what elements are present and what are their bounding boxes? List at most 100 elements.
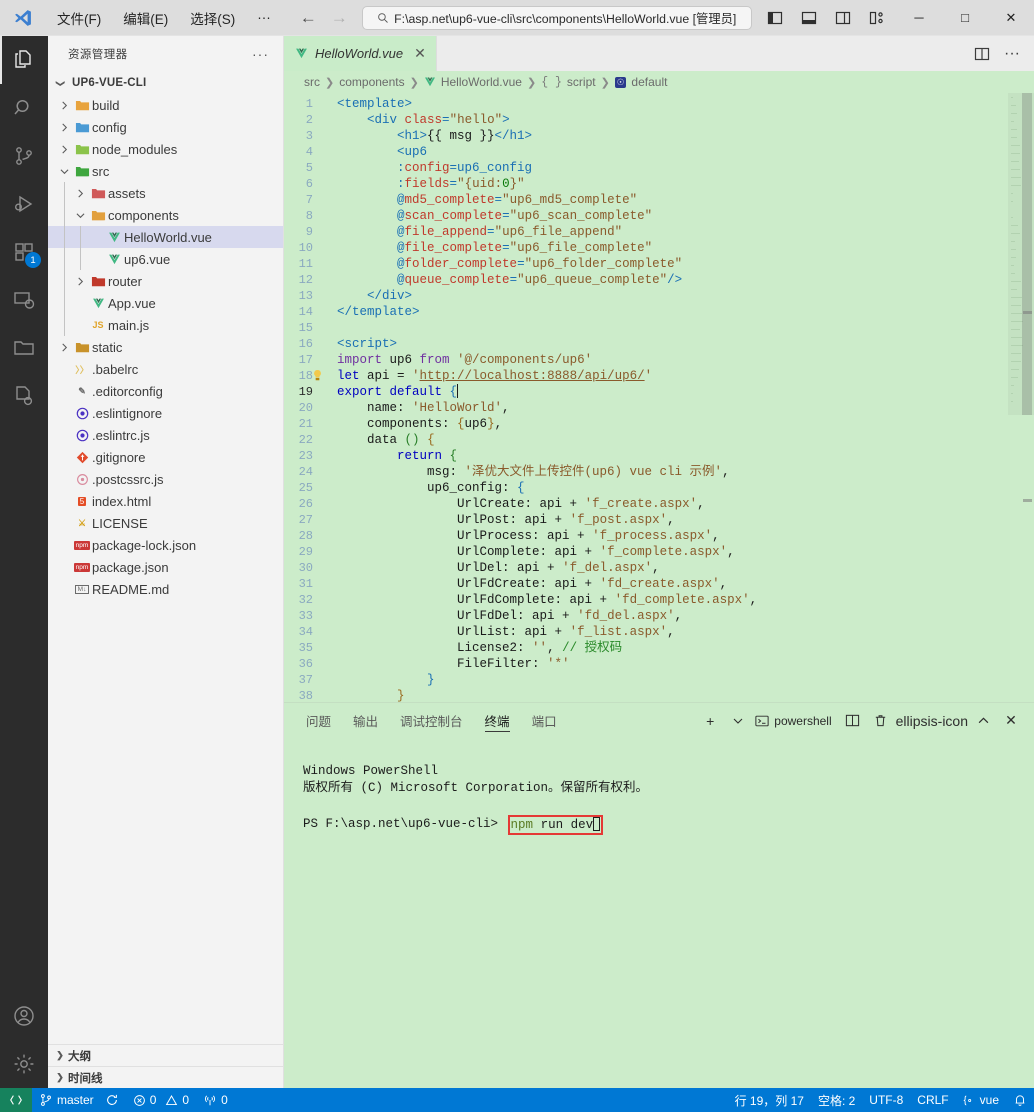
code-line-11[interactable]: 11 @folder_complete="up6_folder_complete… — [284, 256, 1008, 272]
toggle-panel-button[interactable] — [792, 3, 826, 33]
tree-file-package-lock.json[interactable]: npmpackage-lock.json — [48, 534, 283, 556]
activity-item-run-and-debug[interactable] — [0, 180, 48, 228]
code-line-37[interactable]: 37 } — [284, 672, 1008, 688]
code-text[interactable]: UrlFdCreate: api + 'fd_create.aspx', — [324, 576, 727, 592]
chevron-right-icon[interactable] — [56, 101, 72, 110]
panel-tab-problems[interactable]: 问题 — [306, 703, 331, 738]
tree-file-helloworld.vue[interactable]: HelloWorld.vue — [48, 226, 283, 248]
code-text[interactable]: } — [324, 672, 435, 688]
tree-file-.eslintrc.js[interactable]: .eslintrc.js — [48, 424, 283, 446]
code-line-6[interactable]: 6 :fields="{uid:0}" — [284, 176, 1008, 192]
toggle-primary-sidebar-button[interactable] — [758, 3, 792, 33]
tree-file-app.vue[interactable]: App.vue — [48, 292, 283, 314]
menu-file[interactable]: 文件(F) — [46, 4, 112, 32]
code-line-5[interactable]: 5 :config=up6_config — [284, 160, 1008, 176]
code-text[interactable]: UrlComplete: api + 'f_complete.aspx', — [324, 544, 735, 560]
code-text[interactable]: UrlDel: api + 'f_del.aspx', — [324, 560, 660, 576]
code-area[interactable]: 1<template>2 <div class="hello">3 <h1>{{… — [284, 93, 1008, 702]
maximize-button[interactable]: □ — [942, 0, 988, 36]
code-line-20[interactable]: 20 name: 'HelloWorld', — [284, 400, 1008, 416]
chevron-down-icon[interactable] — [56, 167, 72, 176]
code-line-34[interactable]: 34 UrlList: api + 'f_list.aspx', — [284, 624, 1008, 640]
activity-item-search[interactable] — [0, 84, 48, 132]
code-text[interactable]: </template> — [324, 304, 420, 320]
status-branch[interactable]: master — [32, 1088, 126, 1112]
code-text[interactable]: export default { — [324, 384, 458, 400]
code-text[interactable]: import up6 from '@/components/up6' — [324, 352, 592, 368]
code-text[interactable]: </div> — [324, 288, 412, 304]
status-language-mode[interactable]: vue — [956, 1088, 1006, 1112]
breadcrumb-item-components[interactable]: components — [339, 75, 404, 89]
timeline-section[interactable]: ❯ 时间线 — [48, 1066, 283, 1088]
code-lines[interactable]: 1<template>2 <div class="hello">3 <h1>{{… — [284, 93, 1008, 702]
status-eol[interactable]: CRLF — [910, 1088, 955, 1112]
code-text[interactable]: <up6 — [324, 144, 427, 160]
code-line-18[interactable]: 18let api = 'http://localhost:8888/api/u… — [284, 368, 1008, 384]
file-tree[interactable]: ❮UP6-VUE-CLIbuildconfignode_modulessrcas… — [48, 71, 283, 1044]
maximize-panel-icon[interactable] — [970, 707, 996, 735]
tree-file-.babelrc[interactable]: 〉〉.babelrc — [48, 358, 283, 380]
code-line-17[interactable]: 17import up6 from '@/components/up6' — [284, 352, 1008, 368]
activity-item-explorer[interactable] — [0, 36, 48, 84]
tree-root-up6-vue-cli[interactable]: ❮UP6-VUE-CLI — [48, 72, 283, 94]
code-text[interactable]: let api = 'http://localhost:8888/api/up6… — [324, 368, 652, 384]
code-line-2[interactable]: 2 <div class="hello"> — [284, 112, 1008, 128]
code-text[interactable]: UrlList: api + 'f_list.aspx', — [324, 624, 675, 640]
tree-file-up6.vue[interactable]: up6.vue — [48, 248, 283, 270]
tree-file-package.json[interactable]: npmpackage.json — [48, 556, 283, 578]
code-text[interactable]: @file_complete="up6_file_complete" — [324, 240, 652, 256]
code-line-13[interactable]: 13 </div> — [284, 288, 1008, 304]
trash-icon[interactable] — [868, 707, 894, 735]
code-text[interactable]: up6_config: { — [324, 480, 525, 496]
code-text[interactable]: components: {up6}, — [324, 416, 502, 432]
code-text[interactable]: @file_append="up6_file_append" — [324, 224, 622, 240]
ellipsis-icon[interactable]: ··· — [246, 46, 275, 62]
more-actions-icon[interactable]: ··· — [998, 40, 1026, 68]
code-line-21[interactable]: 21 components: {up6}, — [284, 416, 1008, 432]
activity-item-folder-explorer[interactable] — [0, 324, 48, 372]
menu-edit[interactable]: 编辑(E) — [112, 4, 179, 32]
split-editor-icon[interactable] — [968, 40, 996, 68]
code-text[interactable]: <script> — [324, 336, 397, 352]
status-indentation[interactable]: 空格: 2 — [811, 1088, 862, 1112]
editor-viewport[interactable]: 1<template>2 <div class="hello">3 <h1>{{… — [284, 93, 1034, 702]
scrollbar-thumb[interactable] — [1022, 93, 1032, 415]
menu-bar[interactable]: 文件(F) 编辑(E) 选择(S) ··· — [46, 4, 282, 32]
chevron-right-icon[interactable] — [56, 343, 72, 352]
activity-item-remote-explorer[interactable] — [0, 276, 48, 324]
code-text[interactable]: UrlProcess: api + 'f_process.aspx', — [324, 528, 720, 544]
code-line-15[interactable]: 15 — [284, 320, 1008, 336]
ellipsis-icon[interactable]: ellipsis-icon — [896, 707, 968, 735]
tree-file-main.js[interactable]: JSmain.js — [48, 314, 283, 336]
close-panel-icon[interactable]: ✕ — [998, 707, 1024, 735]
code-line-4[interactable]: 4 <up6 — [284, 144, 1008, 160]
menu-more[interactable]: ··· — [246, 6, 282, 29]
activity-item-settings[interactable] — [0, 1040, 48, 1088]
chevron-down-icon[interactable] — [725, 707, 751, 735]
remote-indicator[interactable] — [0, 1088, 32, 1112]
code-line-16[interactable]: 16<script> — [284, 336, 1008, 352]
code-line-38[interactable]: 38 } — [284, 688, 1008, 702]
code-line-7[interactable]: 7 @md5_complete="up6_md5_complete" — [284, 192, 1008, 208]
code-line-19[interactable]: 19export default { — [284, 384, 1008, 400]
code-line-14[interactable]: 14</template> — [284, 304, 1008, 320]
menu-select[interactable]: 选择(S) — [179, 4, 246, 32]
activity-item-extensions[interactable]: 1 — [0, 228, 48, 276]
code-line-24[interactable]: 24 msg: '泽优大文件上传控件(up6) vue cli 示例', — [284, 464, 1008, 480]
code-line-30[interactable]: 30 UrlDel: api + 'f_del.aspx', — [284, 560, 1008, 576]
sidebar-section-outline[interactable]: ❯ 大纲 — [48, 1044, 283, 1066]
activity-item-accounts[interactable] — [0, 992, 48, 1040]
code-text[interactable]: :config=up6_config — [324, 160, 532, 176]
tree-file-.editorconfig[interactable]: ✎.editorconfig — [48, 380, 283, 402]
status-encoding[interactable]: UTF-8 — [862, 1088, 910, 1112]
chevron-right-icon[interactable] — [56, 145, 72, 154]
code-line-9[interactable]: 9 @file_append="up6_file_append" — [284, 224, 1008, 240]
panel-tab-terminal[interactable]: 终端 — [485, 703, 510, 738]
code-text[interactable]: UrlPost: api + 'f_post.aspx', — [324, 512, 675, 528]
panel-tab-debug-console[interactable]: 调试控制台 — [400, 703, 463, 738]
tree-folder-config[interactable]: config — [48, 116, 283, 138]
tree-folder-assets[interactable]: assets — [48, 182, 283, 204]
arrow-right-icon[interactable]: → — [331, 9, 348, 26]
code-line-33[interactable]: 33 UrlFdDel: api + 'fd_del.aspx', — [284, 608, 1008, 624]
code-text[interactable]: return { — [324, 448, 457, 464]
